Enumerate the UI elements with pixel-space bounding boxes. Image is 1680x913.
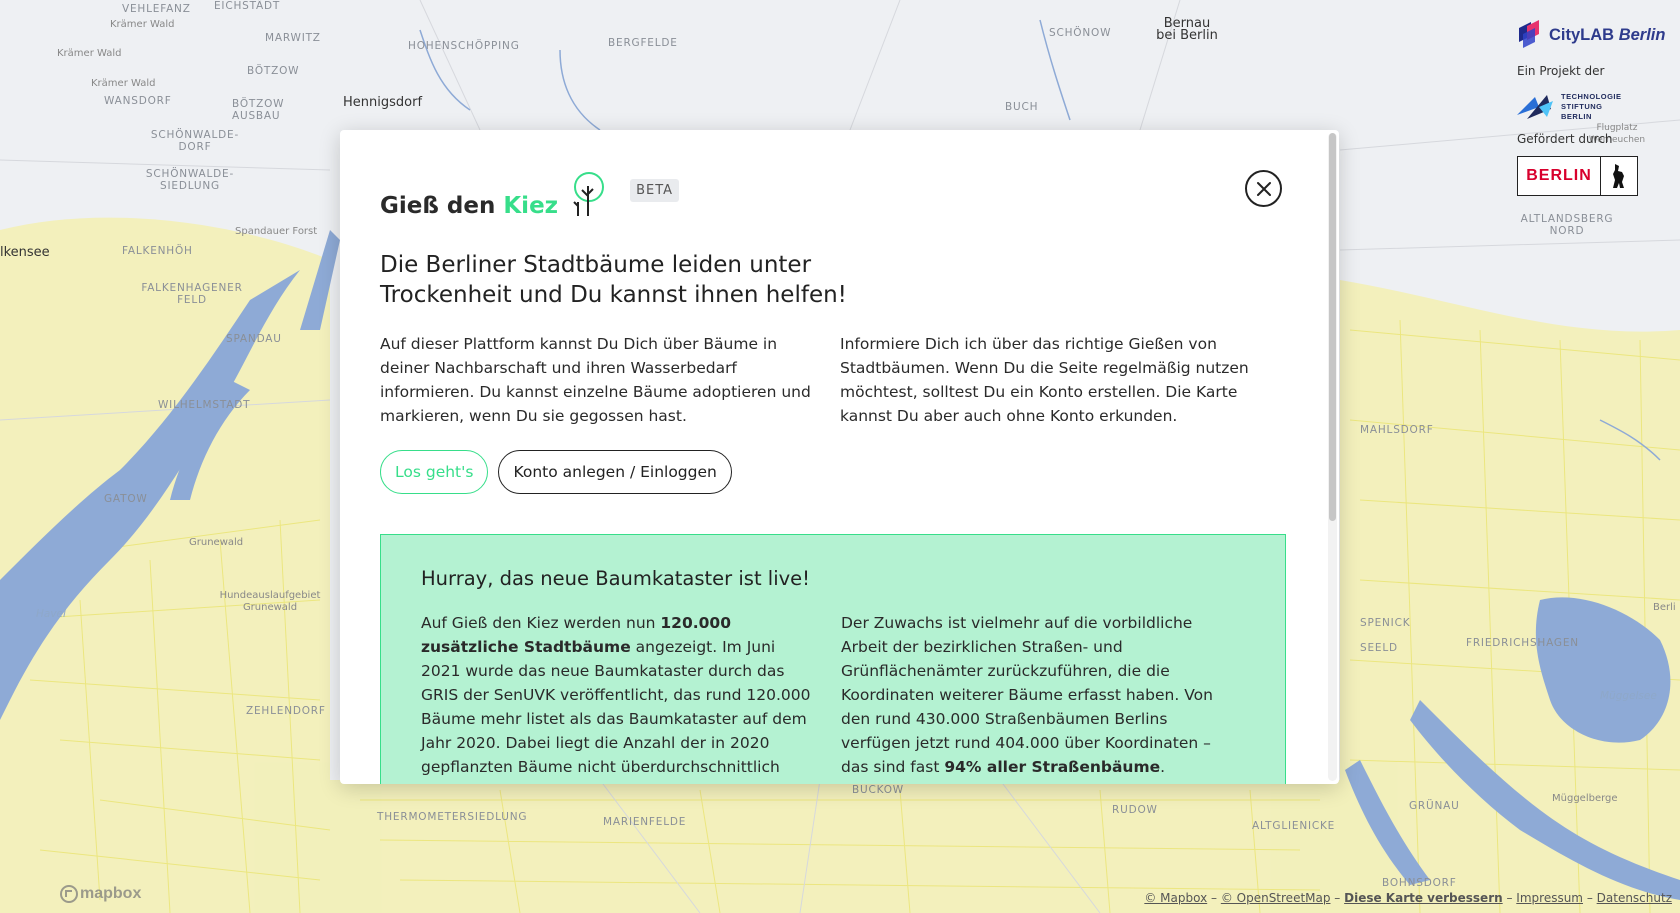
map-label: Müggelberge [1552, 793, 1618, 804]
map-label: SPANDAU [226, 333, 282, 345]
map-label: FALKENHÖH [122, 245, 193, 257]
map-label: BERGFELDE [608, 37, 678, 49]
modal-scrollbar[interactable] [1328, 133, 1337, 781]
berlin-bear-icon [1601, 157, 1637, 195]
news-title: Hurray, das neue Baumkataster ist live! [421, 567, 811, 590]
technologiestiftung-logo[interactable]: TECHNOLOGIE STIFTUNG BERLIN [1517, 92, 1667, 122]
map-label: SCHÖNWALDE-DORF [150, 129, 240, 153]
map-label: MARIENFELDE [603, 816, 687, 828]
map-label: FRIEDRICHSHAGEN [1466, 637, 1579, 649]
map-label: FALKENHAGENER FELD [141, 282, 243, 306]
project-caption: Ein Projekt der [1517, 64, 1605, 78]
map-label: Müggelsee [1600, 690, 1657, 702]
brand-header: Gieß den Kiez BETA [380, 170, 1299, 220]
map-label: BUCKOW [852, 784, 904, 796]
map-label: GRÜNAU [1409, 800, 1460, 812]
map-label: VEHLEFANZ [122, 3, 191, 15]
sponsor-panel: CityLAB Berlin Ein Projekt der TECHNOLOG… [1517, 20, 1667, 196]
map-label: MAHLSDORF [1360, 424, 1434, 436]
map-label: Berli [1653, 602, 1676, 613]
map-label: WILHELMSTADT [158, 399, 251, 411]
close-icon [1256, 181, 1271, 196]
berlin-wordmark: BERLIN [1518, 157, 1601, 195]
map-label: SCHÖNWALDE-SIEDLUNG [145, 168, 235, 192]
tree-icon [573, 172, 605, 216]
citylab-logo[interactable]: CityLAB Berlin [1517, 20, 1667, 50]
map-label: Grunewald [189, 537, 244, 548]
map-label: WANSDORF [104, 95, 172, 107]
improve-map-link[interactable]: Diese Karte verbessern [1344, 891, 1503, 905]
map-label: BÖTZOW [247, 65, 300, 77]
map-label: THERMOMETERSIEDLUNG [377, 811, 528, 823]
map-label: BÖTZOW AUSBAU [232, 98, 285, 122]
modal-content[interactable]: Gieß den Kiez BETA Die Berliner Stadtbäu… [340, 130, 1339, 784]
mapbox-link[interactable]: © Mapbox [1144, 891, 1207, 905]
map-label: ALTGLIENICKE [1252, 820, 1336, 832]
citylab-wordmark: CityLAB Berlin [1549, 25, 1666, 44]
map-label: Havel [36, 608, 66, 620]
map-label: SCHÖNOW [1049, 27, 1112, 39]
start-button[interactable]: Los geht's [380, 450, 489, 494]
beta-badge: BETA [630, 179, 680, 202]
funded-caption: Gefördert durch [1517, 132, 1613, 146]
modal-headline: Die Berliner Stadtbäume leiden unter Tro… [380, 252, 847, 308]
map-label: Krämer Wald [57, 48, 122, 59]
map-label: RUDOW [1112, 804, 1158, 816]
news-left-text: Auf Gieß den Kiez werden nun 120.000 zus… [421, 614, 811, 784]
mapbox-logo[interactable]: mapbox [60, 885, 141, 903]
map-label: BOHNSDORF [1382, 877, 1457, 889]
news-right-text: Der Zuwachs ist vielmehr auf die vorbild… [841, 614, 1213, 776]
map-label: SEELD [1360, 642, 1398, 654]
berlin-logo[interactable]: BERLIN [1517, 156, 1638, 196]
map-label: SPENICK [1360, 617, 1411, 629]
citylab-icon [1519, 20, 1539, 48]
impressum-link[interactable]: Impressum [1516, 891, 1583, 905]
map-label: Hennigsdorf [343, 95, 423, 110]
mapbox-icon [60, 885, 78, 903]
map-label: Bernau bei Berlin [1156, 16, 1218, 43]
news-columns: Auf Gieß den Kiez werden nun 120.000 zus… [421, 611, 1245, 784]
technologiestiftung-wordmark: TECHNOLOGIE STIFTUNG BERLIN [1561, 92, 1622, 121]
close-button[interactable] [1245, 170, 1282, 207]
map-label: Hundeauslaufgebiet Grunewald [219, 590, 321, 613]
map-label: Krämer Wald [110, 19, 175, 30]
scrollbar-thumb[interactable] [1329, 133, 1336, 521]
map-label: GATOW [104, 493, 148, 505]
map-label: Spandauer Forst [235, 226, 318, 237]
map-label: ZEHLENDORF [246, 705, 326, 717]
intro-right-text: Informiere Dich ich über das richtige Gi… [840, 335, 1249, 425]
technologiestiftung-icon [1517, 95, 1553, 119]
map-label: lkensee [0, 245, 50, 260]
cta-row: Los geht's Konto anlegen / Einloggen [380, 450, 1299, 494]
map-label: EICHSTÄDT [214, 0, 281, 12]
openstreetmap-link[interactable]: © OpenStreetMap [1221, 891, 1331, 905]
intro-columns: Auf dieser Plattform kannst Du Dich über… [380, 332, 1299, 428]
map-label: BUCH [1005, 101, 1039, 113]
news-highlight: 94% aller Straßenbäume [944, 758, 1161, 776]
map-label: MARWITZ [265, 32, 321, 44]
datenschutz-link[interactable]: Datenschutz [1597, 891, 1672, 905]
map-label: HOHENSCHÖPPING [408, 40, 520, 52]
brand-title: Gieß den Kiez [380, 193, 559, 219]
login-button[interactable]: Konto anlegen / Einloggen [498, 450, 732, 494]
map-label: ALTLANDSBERG NORD [1520, 213, 1614, 237]
map-label: Krämer Wald [91, 78, 156, 89]
news-box: Hurray, das neue Baumkataster ist live! … [380, 534, 1286, 784]
welcome-modal: Gieß den Kiez BETA Die Berliner Stadtbäu… [340, 130, 1339, 784]
map-attribution: © Mapbox – © OpenStreetMap – Diese Karte… [1144, 891, 1672, 905]
intro-left-text: Auf dieser Plattform kannst Du Dich über… [380, 335, 811, 425]
